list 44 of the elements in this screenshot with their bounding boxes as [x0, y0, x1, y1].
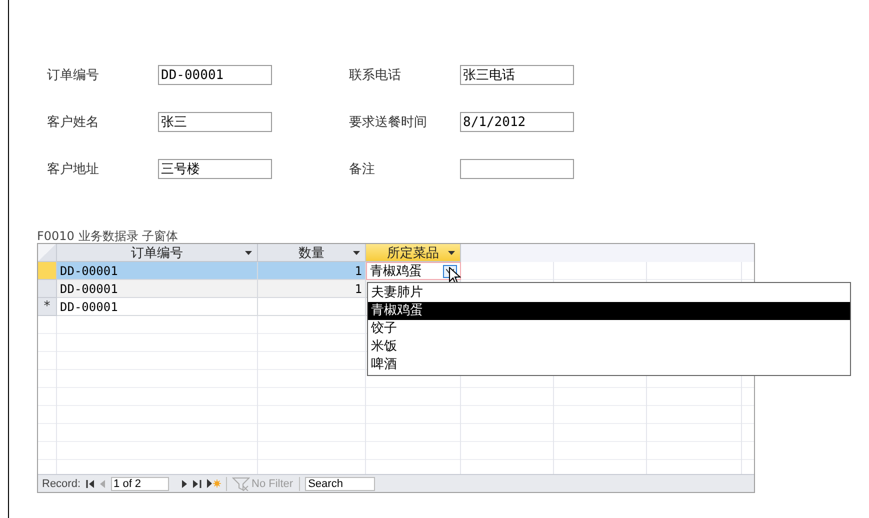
- column-header[interactable]: 数量: [258, 244, 366, 262]
- table-cell[interactable]: 1: [258, 262, 366, 280]
- caret-icon: [446, 269, 454, 274]
- subform-caption: F0010 业务数据录 子窗体: [37, 229, 180, 243]
- filter-icon: [232, 476, 250, 490]
- record-label: Record:: [42, 478, 81, 490]
- field-label: 订单编号: [47, 67, 100, 84]
- input-field[interactable]: DD-00001: [158, 65, 272, 85]
- field-label: 要求送餐时间: [349, 114, 428, 131]
- new-record-marker: *: [44, 299, 50, 314]
- select-all-button[interactable]: [38, 244, 57, 262]
- table-cell[interactable]: 1: [258, 280, 366, 298]
- field-label: 备注: [349, 161, 376, 178]
- new-record-icon[interactable]: [206, 479, 221, 488]
- dropdown-option[interactable]: 啤酒: [368, 356, 850, 374]
- column-header[interactable]: 所定菜品: [366, 244, 461, 262]
- input-field[interactable]: 三号楼: [158, 159, 272, 179]
- dropdown-option[interactable]: 青椒鸡蛋: [368, 302, 850, 320]
- dropdown-option[interactable]: 米饭: [368, 338, 850, 356]
- previous-record-icon[interactable]: [100, 480, 106, 488]
- column-header[interactable]: 订单编号: [57, 244, 258, 262]
- table-cell[interactable]: DD-00001: [57, 298, 258, 316]
- input-field[interactable]: 8/1/2012: [460, 112, 574, 132]
- table-cell[interactable]: [258, 298, 366, 316]
- field-label: 客户姓名: [47, 114, 100, 131]
- first-record-icon[interactable]: [86, 480, 95, 488]
- field-label: 联系电话: [349, 67, 402, 84]
- combo-box[interactable]: 青椒鸡蛋: [366, 262, 461, 280]
- caret-icon: [448, 251, 455, 255]
- next-record-icon[interactable]: [182, 480, 188, 488]
- field-label: 客户地址: [47, 161, 100, 178]
- input-field[interactable]: 张三电话: [460, 65, 574, 85]
- last-record-icon[interactable]: [192, 480, 202, 488]
- record-number-field[interactable]: 1 of 2: [110, 476, 169, 490]
- caret-icon: [245, 251, 252, 255]
- dropdown-option[interactable]: 饺子: [368, 320, 850, 338]
- table-cell[interactable]: DD-00001: [57, 280, 258, 298]
- search-field[interactable]: Search: [305, 476, 376, 490]
- input-field[interactable]: [460, 159, 574, 179]
- dropdown-option[interactable]: 夫妻肺片: [368, 284, 850, 302]
- row-selector[interactable]: *: [38, 298, 57, 316]
- table-cell[interactable]: DD-00001: [57, 262, 258, 280]
- caret-icon: [353, 251, 360, 255]
- input-field[interactable]: 张三: [158, 112, 272, 132]
